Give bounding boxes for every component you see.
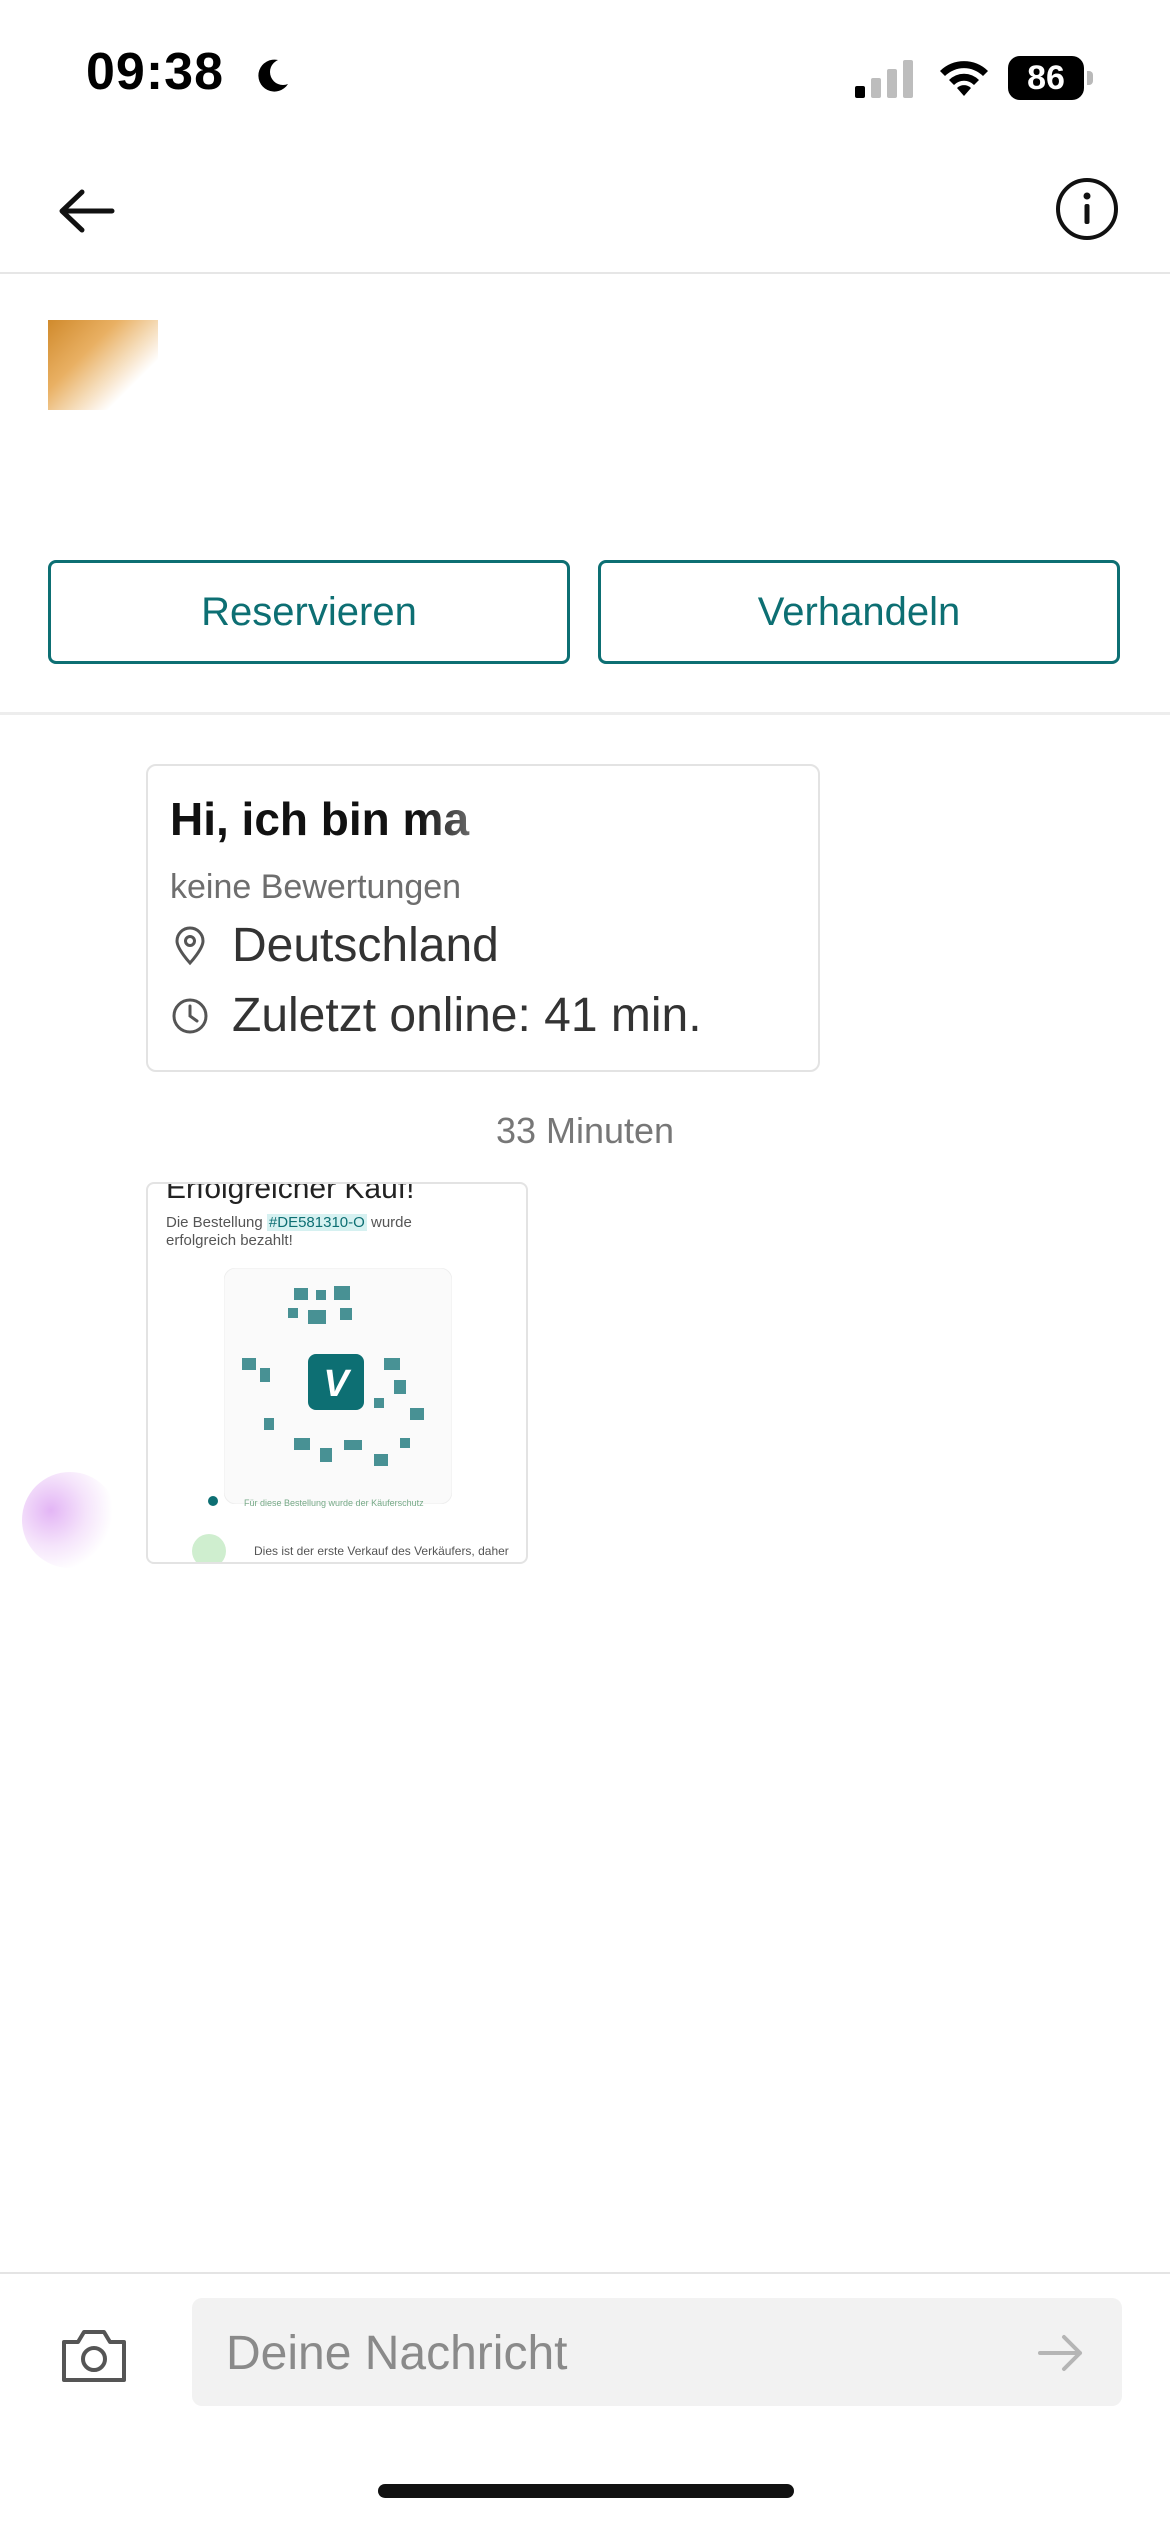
home-indicator bbox=[378, 2484, 794, 2498]
qr-code-image: V bbox=[224, 1268, 452, 1504]
first-sale-note: Dies ist der erste Verkauf des Verkäufer… bbox=[254, 1544, 509, 1558]
svg-text:V: V bbox=[323, 1363, 351, 1405]
buyer-protection-note: Für diese Bestellung wurde der Käufersch… bbox=[244, 1498, 424, 1508]
negotiate-button[interactable]: Verhandeln bbox=[598, 560, 1120, 664]
message-timestamp: 33 Minuten bbox=[495, 1110, 675, 1151]
location-pin-icon bbox=[175, 926, 205, 966]
battery-level: 86 bbox=[1027, 59, 1065, 97]
order-id: #DE581310-O bbox=[266, 1214, 367, 1231]
info-icon[interactable] bbox=[1054, 176, 1120, 242]
order-line-suffix: wurde bbox=[366, 1214, 412, 1231]
image-paid-line: erfolgreich bezahlt! bbox=[166, 1232, 293, 1249]
item-thumbnail[interactable] bbox=[48, 320, 158, 410]
profile-rating: keine Bewertungen bbox=[170, 868, 462, 906]
item-action-row: Reservieren Verhandeln bbox=[48, 560, 1122, 668]
cellular-signal-icon bbox=[855, 60, 913, 98]
item-price-line bbox=[200, 462, 920, 512]
location-text: Deutschland bbox=[232, 919, 499, 972]
battery-tip bbox=[1087, 71, 1093, 85]
shield-dot-icon bbox=[208, 1496, 218, 1506]
image-title: Erfolgreicher Kauf! bbox=[166, 1182, 415, 1205]
seller-profile-card[interactable]: Hi, ich bin ma keine Bewertungen Deutsch… bbox=[146, 764, 820, 1072]
message-input[interactable] bbox=[224, 2298, 1008, 2408]
avatar[interactable] bbox=[22, 1472, 118, 1568]
last-online-text: Zuletzt online: 41 min. bbox=[232, 989, 702, 1042]
clock-icon bbox=[172, 998, 208, 1034]
status-time: 09:38 bbox=[86, 43, 224, 101]
moon-icon bbox=[258, 59, 288, 92]
reserve-button[interactable]: Reservieren bbox=[48, 560, 570, 664]
send-arrow-icon[interactable] bbox=[1034, 2326, 1088, 2380]
message-composer bbox=[0, 2272, 1170, 2434]
chat-header bbox=[0, 150, 1170, 274]
camera-icon[interactable] bbox=[58, 2326, 130, 2386]
status-bar: 09:38 86 bbox=[0, 0, 1170, 150]
image-message[interactable]: Erfolgreicher Kauf! Die Bestellung #DE58… bbox=[146, 1182, 528, 1564]
image-order-line: Die Bestellung #DE581310-O wurde bbox=[166, 1214, 412, 1231]
conversation-title bbox=[360, 178, 810, 238]
battery-indicator: 86 bbox=[1008, 56, 1094, 100]
order-line-prefix: Die Bestellung bbox=[166, 1214, 267, 1231]
message-input-box[interactable] bbox=[192, 2298, 1122, 2408]
item-summary: Reservieren Verhandeln bbox=[0, 272, 1170, 715]
greeting-fade bbox=[418, 784, 818, 854]
chat-bubble-icon bbox=[192, 1534, 226, 1562]
back-arrow-icon[interactable] bbox=[52, 176, 122, 246]
wifi-icon bbox=[940, 61, 988, 96]
